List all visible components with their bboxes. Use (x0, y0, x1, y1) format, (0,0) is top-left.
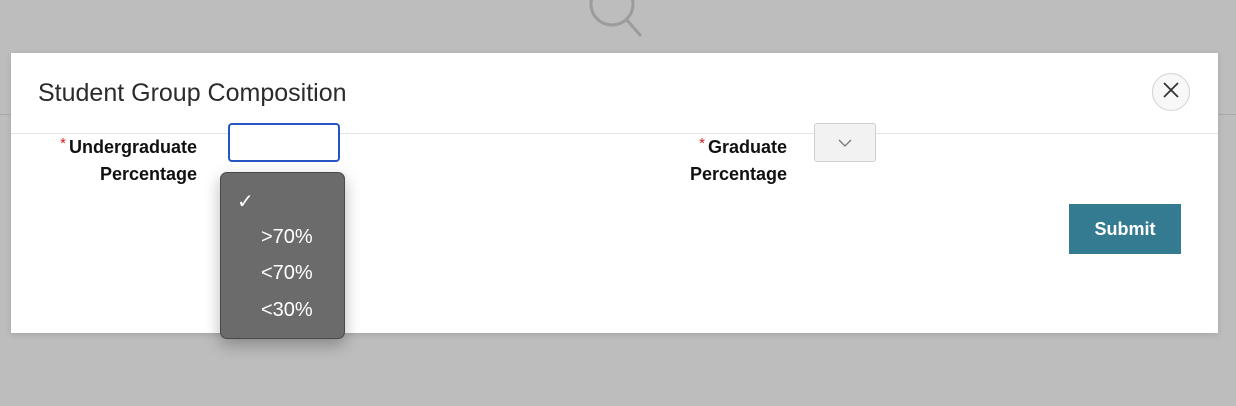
required-asterisk: * (60, 135, 66, 152)
close-icon (1162, 81, 1180, 104)
modal-header: Student Group Composition (11, 53, 1218, 134)
dropdown-option-lt70[interactable]: <70% (221, 256, 344, 290)
dropdown-option-label: <70% (261, 262, 313, 284)
dropdown-option-label: <30% (261, 299, 313, 321)
undergraduate-percentage-label: * Undergraduate Percentage (37, 130, 197, 188)
submit-button[interactable]: Submit (1069, 204, 1181, 254)
backdrop-divider-right (1218, 114, 1236, 115)
dropdown-option-gt70[interactable]: >70% (221, 220, 344, 254)
dropdown-option-label: >70% (261, 226, 313, 248)
graduate-percentage-label: * Graduate Percentage (640, 130, 787, 188)
undergraduate-label-line1: Undergraduate (68, 137, 197, 157)
undergraduate-label-line2: Percentage (99, 164, 197, 184)
close-button[interactable] (1152, 73, 1190, 111)
modal-title: Student Group Composition (38, 79, 347, 107)
graduate-percentage-select[interactable] (814, 123, 876, 162)
search-icon (584, 0, 648, 44)
dropdown-option-blank[interactable]: ✓ (221, 185, 344, 219)
undergraduate-percentage-select[interactable] (228, 123, 340, 162)
undergraduate-percentage-dropdown: ✓ >70% <70% <30% (220, 172, 345, 339)
graduate-label-line1: Graduate (707, 137, 787, 157)
required-asterisk: * (699, 135, 705, 152)
checkmark-icon: ✓ (237, 191, 254, 213)
chevron-down-icon (838, 134, 852, 152)
dropdown-option-lt30[interactable]: <30% (221, 293, 344, 327)
graduate-label-line2: Percentage (689, 164, 787, 184)
student-group-composition-modal: Student Group Composition (11, 53, 1218, 333)
